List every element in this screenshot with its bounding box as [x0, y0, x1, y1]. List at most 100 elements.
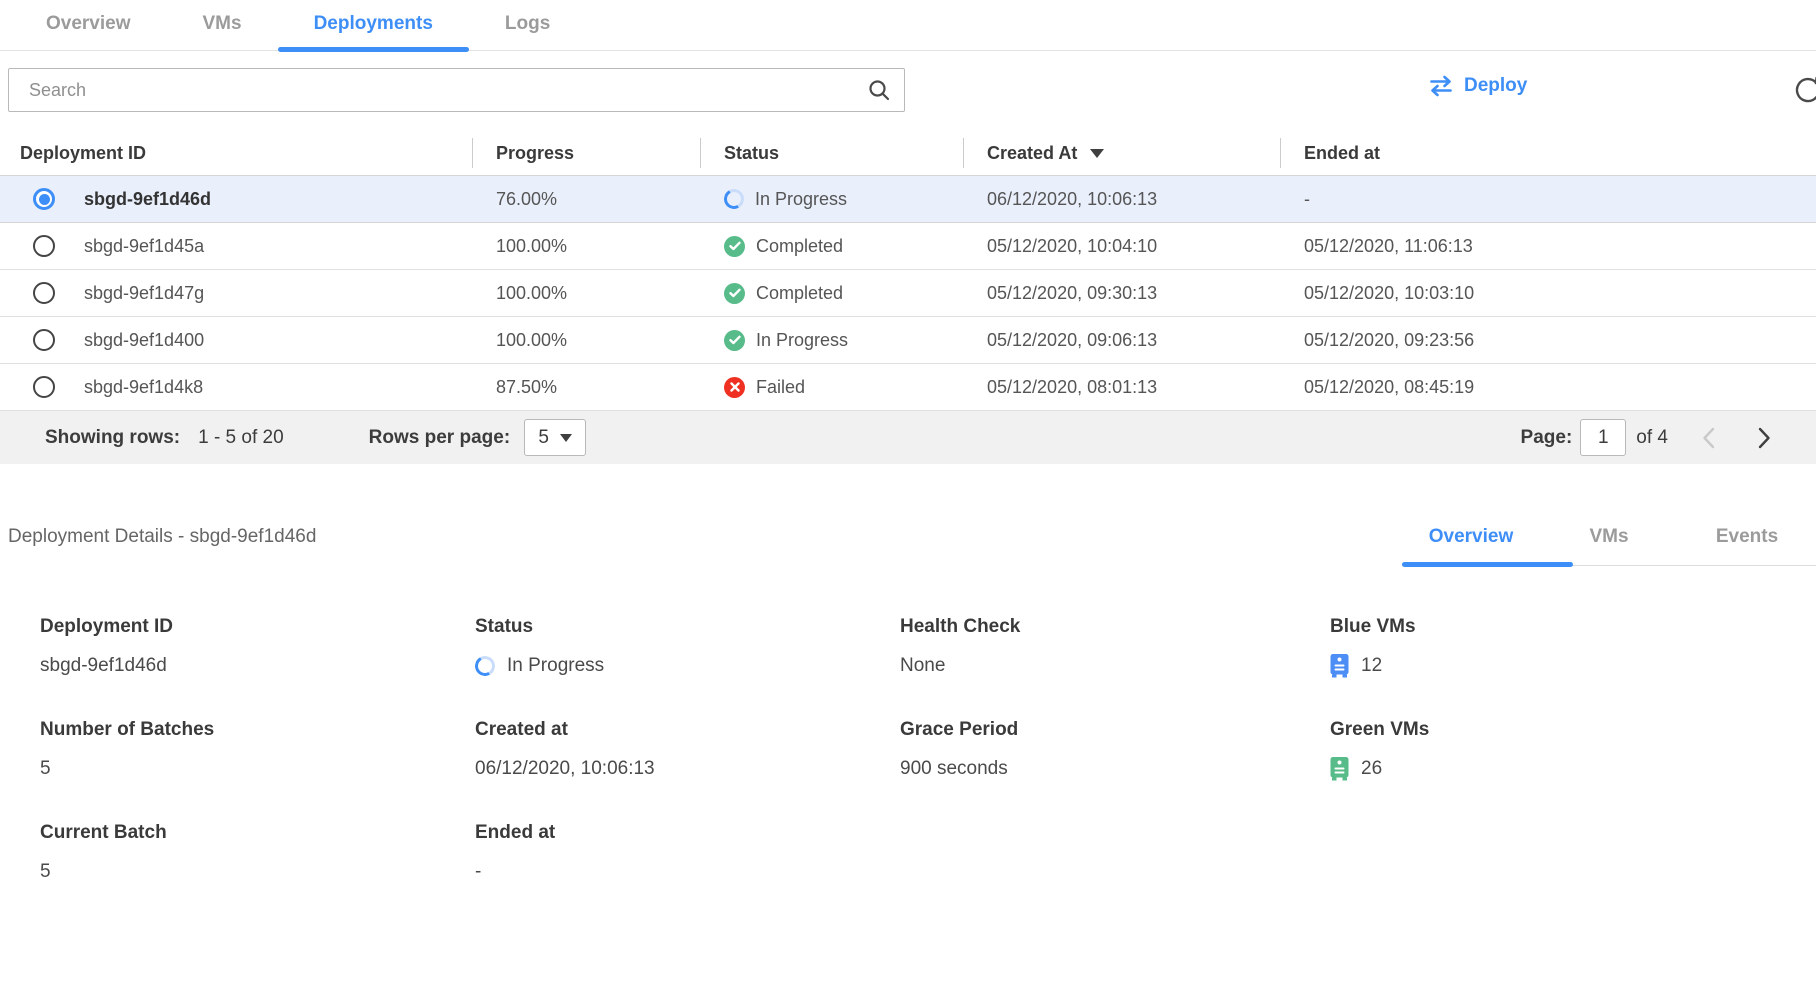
detail-field-created-at: Created at 06/12/2020, 10:06:13 — [475, 719, 900, 782]
detail-value: 900 seconds — [900, 758, 1008, 780]
detail-value: 12 — [1361, 655, 1382, 677]
green-vm-icon — [1330, 757, 1349, 781]
blue-vm-icon — [1330, 654, 1349, 678]
spinner-icon — [473, 654, 497, 678]
detail-value: 26 — [1361, 758, 1382, 780]
search-box — [8, 68, 905, 112]
details-tab-vms[interactable]: VMs — [1540, 526, 1678, 565]
created-at-value: 05/12/2020, 09:06:13 — [963, 330, 1280, 351]
detail-field-current-batch: Current Batch 5 — [40, 822, 475, 885]
detail-value: sbgd-9ef1d46d — [40, 655, 167, 677]
table-row[interactable]: sbgd-9ef1d45a 100.00% Completed 05/12/20… — [0, 222, 1816, 269]
row-radio[interactable] — [33, 235, 55, 257]
progress-value: 76.00% — [472, 189, 700, 210]
table-row[interactable]: sbgd-9ef1d46d 76.00% In Progress 06/12/2… — [0, 175, 1816, 222]
status-label: Completed — [756, 283, 843, 304]
detail-value: None — [900, 655, 945, 677]
search-input[interactable] — [9, 69, 867, 111]
table-footer: Showing rows: 1 - 5 of 20 Rows per page:… — [0, 410, 1816, 464]
detail-field-health-check: Health Check None — [900, 616, 1330, 679]
rows-per-page-label: Rows per page: — [369, 427, 510, 449]
column-header-progress[interactable]: Progress — [472, 131, 700, 175]
table-row[interactable]: sbgd-9ef1d400 100.00% In Progress 05/12/… — [0, 316, 1816, 363]
status-label: In Progress — [756, 330, 848, 351]
details-title: Deployment Details - sbgd-9ef1d46d — [0, 526, 1402, 566]
detail-value: 06/12/2020, 10:06:13 — [475, 758, 655, 780]
progress-value: 100.00% — [472, 236, 700, 257]
column-header-deployment-id[interactable]: Deployment ID — [0, 131, 472, 175]
ended-at-value: 05/12/2020, 10:03:10 — [1280, 283, 1816, 304]
page-number-input[interactable] — [1580, 419, 1626, 456]
deployment-id: sbgd-9ef1d46d — [84, 189, 211, 210]
detail-value: 5 — [40, 758, 51, 780]
rows-per-page-value: 5 — [538, 427, 549, 449]
refresh-icon[interactable] — [1793, 75, 1816, 105]
detail-value: - — [475, 861, 481, 883]
detail-value: 5 — [40, 861, 51, 883]
tab-overview[interactable]: Overview — [10, 0, 167, 50]
details-tab-bar: Overview VMs Events — [1402, 526, 1816, 566]
check-circle-icon — [724, 330, 745, 351]
error-circle-icon — [724, 377, 745, 398]
status-label: In Progress — [755, 189, 847, 210]
row-radio[interactable] — [33, 282, 55, 304]
sort-desc-icon[interactable] — [1090, 149, 1104, 158]
column-header-created-at[interactable]: Created At — [963, 131, 1280, 175]
deployment-id: sbgd-9ef1d400 — [84, 330, 204, 351]
deployment-id: sbgd-9ef1d4k8 — [84, 377, 203, 398]
page-total-label: of 4 — [1636, 427, 1668, 449]
chevron-down-icon — [560, 434, 572, 442]
check-circle-icon — [724, 236, 745, 257]
rows-per-page-select[interactable]: 5 — [524, 419, 586, 456]
column-header-status[interactable]: Status — [700, 131, 963, 175]
detail-field-number-of-batches: Number of Batches 5 — [40, 719, 475, 782]
top-tab-bar: Overview VMs Deployments Logs — [0, 0, 1816, 51]
tab-logs[interactable]: Logs — [469, 0, 586, 50]
detail-field-deployment-id: Deployment ID sbgd-9ef1d46d — [40, 616, 475, 679]
table-body: sbgd-9ef1d46d 76.00% In Progress 06/12/2… — [0, 175, 1816, 410]
row-radio[interactable] — [33, 376, 55, 398]
table-header: Deployment ID Progress Status Created At… — [0, 131, 1816, 175]
ended-at-value: - — [1280, 189, 1816, 210]
table-row[interactable]: sbgd-9ef1d47g 100.00% Completed 05/12/20… — [0, 269, 1816, 316]
ended-at-value: 05/12/2020, 09:23:56 — [1280, 330, 1816, 351]
detail-field-status: Status In Progress — [475, 616, 900, 679]
search-icon[interactable] — [867, 78, 891, 102]
previous-page-icon[interactable] — [1702, 427, 1715, 449]
detail-field-ended-at: Ended at - — [475, 822, 900, 885]
created-at-value: 06/12/2020, 10:06:13 — [963, 189, 1280, 210]
ended-at-value: 05/12/2020, 08:45:19 — [1280, 377, 1816, 398]
deploy-button-label: Deploy — [1464, 75, 1527, 97]
pagination: Page: of 4 — [1521, 419, 1771, 456]
tab-deployments[interactable]: Deployments — [278, 0, 469, 50]
check-circle-icon — [724, 283, 745, 304]
deploy-button[interactable]: Deploy — [1428, 75, 1527, 97]
details-header: Deployment Details - sbgd-9ef1d46d Overv… — [0, 526, 1816, 566]
next-page-icon[interactable] — [1758, 427, 1771, 449]
ended-at-value: 05/12/2020, 11:06:13 — [1280, 236, 1816, 257]
detail-field-blue-vms: Blue VMs 12 — [1330, 616, 1816, 679]
toolbar: Deploy — [0, 68, 1816, 112]
row-radio-checked[interactable] — [33, 188, 55, 210]
spinner-icon — [722, 187, 746, 211]
details-tab-overview[interactable]: Overview — [1402, 526, 1540, 565]
created-at-value: 05/12/2020, 10:04:10 — [963, 236, 1280, 257]
showing-rows-value: 1 - 5 of 20 — [198, 427, 284, 449]
tab-vms[interactable]: VMs — [167, 0, 278, 50]
created-at-value: 05/12/2020, 09:30:13 — [963, 283, 1280, 304]
deployment-id: sbgd-9ef1d45a — [84, 236, 204, 257]
column-header-ended-at[interactable]: Ended at — [1280, 131, 1816, 175]
swap-arrows-icon — [1428, 75, 1454, 97]
deployment-details-section: Deployment Details - sbgd-9ef1d46d Overv… — [0, 526, 1816, 885]
detail-field-green-vms: Green VMs 26 — [1330, 719, 1816, 782]
detail-value: In Progress — [507, 655, 604, 677]
progress-value: 100.00% — [472, 283, 700, 304]
deployments-table: Deployment ID Progress Status Created At… — [0, 131, 1816, 464]
table-row[interactable]: sbgd-9ef1d4k8 87.50% Failed 05/12/2020, … — [0, 363, 1816, 410]
details-tab-events[interactable]: Events — [1678, 526, 1816, 565]
row-radio[interactable] — [33, 329, 55, 351]
progress-value: 87.50% — [472, 377, 700, 398]
status-label: Failed — [756, 377, 805, 398]
detail-field-grace-period: Grace Period 900 seconds — [900, 719, 1330, 782]
page-label: Page: — [1521, 427, 1573, 449]
